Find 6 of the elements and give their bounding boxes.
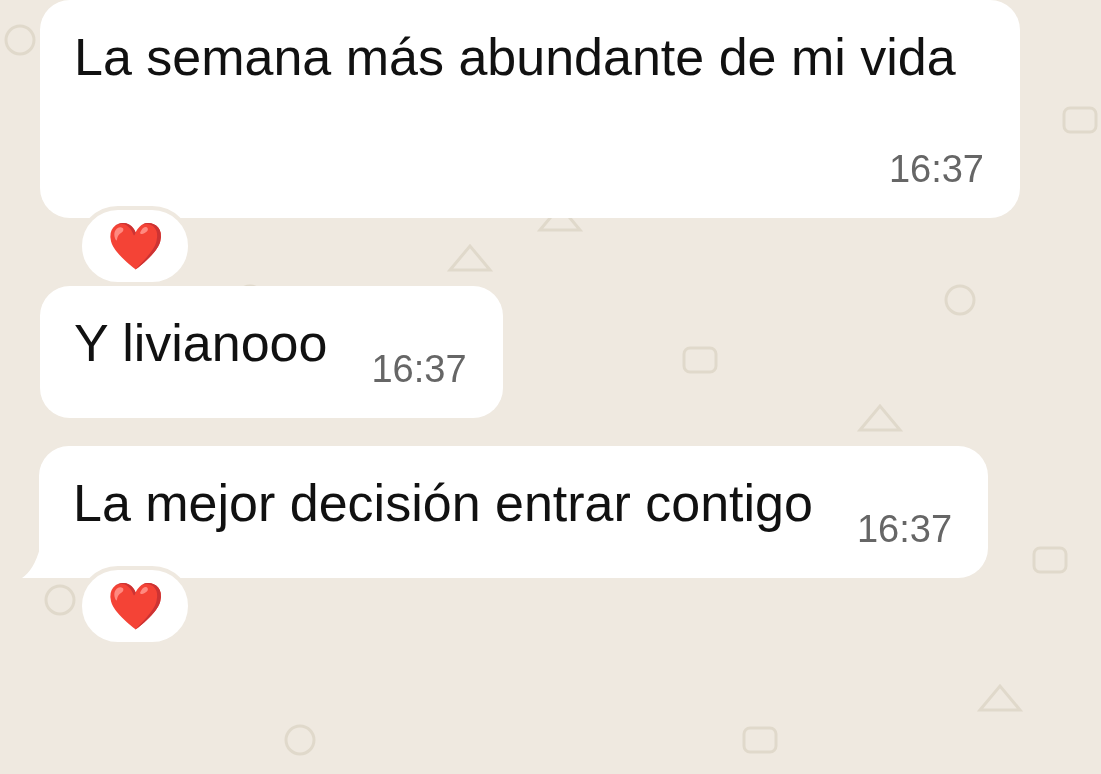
message-time: 16:37: [856, 507, 953, 552]
message-text: La semana más abundante de mi vida: [74, 28, 956, 86]
message-time: 16:37: [888, 147, 984, 192]
message-text: Y livianooo: [74, 314, 328, 372]
message-time: 16:37: [371, 347, 467, 392]
message-text: La mejor decisión entrar contigo: [73, 474, 813, 532]
